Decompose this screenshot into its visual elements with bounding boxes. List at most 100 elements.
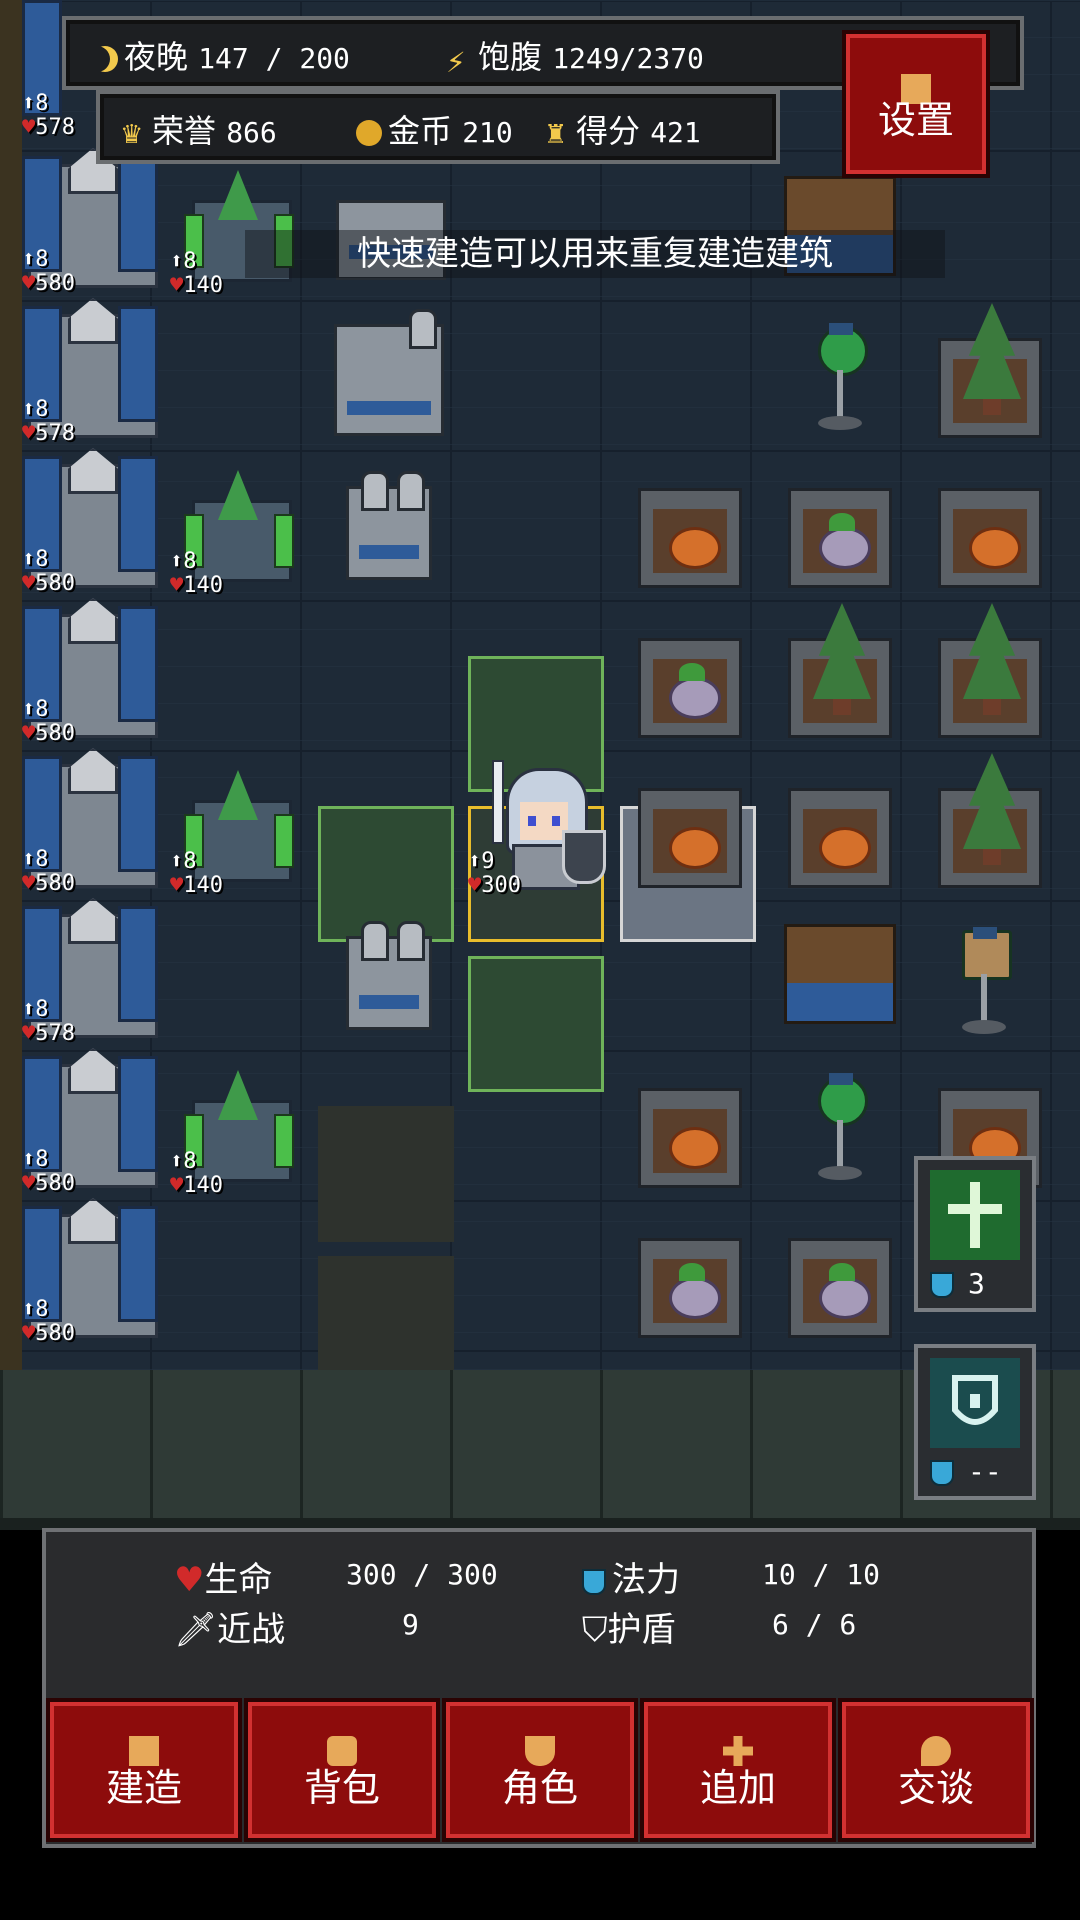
sword-icon xyxy=(492,760,504,844)
wall-unit[interactable]: ⬆8 ♥580 xyxy=(22,148,158,296)
pumpkin-icon xyxy=(669,1127,721,1169)
tree-planter[interactable] xyxy=(938,303,1042,438)
wall-panel xyxy=(118,1056,158,1172)
pumpkin-planter[interactable] xyxy=(638,1088,742,1188)
unit-stats: ⬆8 ♥140 xyxy=(170,849,223,898)
machine-cap xyxy=(397,471,425,511)
melee-row: 🗡近战 xyxy=(174,1602,285,1651)
tree-planter[interactable] xyxy=(938,753,1042,888)
wall-unit[interactable]: ⬆8 ♥578 xyxy=(22,298,158,446)
lamp-pole xyxy=(837,1120,843,1168)
character-button[interactable]: 角色 xyxy=(446,1702,634,1838)
move-tile-left[interactable] xyxy=(318,806,454,942)
honor-label: 荣誉 xyxy=(152,112,217,150)
unit-stats: ⬆8 ♥580 xyxy=(22,847,75,896)
talk-label: 交谈 xyxy=(897,1766,974,1810)
tree-planter[interactable] xyxy=(938,603,1042,738)
mp-value: 10 / 10 xyxy=(762,1558,881,1591)
hint-toast: 快速建造可以用来重复建造建筑 xyxy=(245,230,945,278)
settings-button[interactable]: 设置 xyxy=(846,34,986,174)
turnip-planter[interactable] xyxy=(638,638,742,738)
move-tile-down[interactable] xyxy=(468,956,604,1092)
lamp-globe xyxy=(818,1073,868,1126)
unit-stats: ⬆8 ♥578 xyxy=(22,997,75,1046)
holy-cross-icon xyxy=(930,1170,1020,1260)
shield-label: 护盾 xyxy=(607,1610,676,1650)
player-knight[interactable]: ⬆9 ♥300 xyxy=(468,760,606,898)
skill-slot-shield[interactable]: -- xyxy=(914,1344,1036,1500)
tower-top xyxy=(218,770,258,820)
score-indicator: ♜ 得分 421 xyxy=(544,106,701,152)
skill-slot-holy[interactable]: 3 xyxy=(914,1156,1036,1312)
tower-top xyxy=(218,1070,258,1120)
unit-stats: ⬆8 ♥140 xyxy=(170,549,223,598)
unit-stats: ⬆8 ♥580 xyxy=(22,1297,75,1346)
honor-indicator: ♛ 荣誉 866 xyxy=(120,106,277,152)
coin-icon xyxy=(356,120,382,146)
gold-value: 210 xyxy=(462,116,513,149)
turnip-icon xyxy=(819,527,871,569)
talk-button[interactable]: 交谈 xyxy=(842,1702,1030,1838)
wall-unit[interactable]: ⬆8 ♥580 xyxy=(22,748,158,896)
dark-floor-tile xyxy=(318,1106,454,1242)
defense-tower[interactable]: ⬆8 ♥140 xyxy=(170,770,294,898)
tower-pylon xyxy=(274,814,294,868)
wall-panel xyxy=(118,756,158,872)
chest-band xyxy=(787,983,893,1021)
turnip-icon xyxy=(819,1277,871,1319)
leaf-icon xyxy=(829,1263,855,1281)
pumpkin-planter[interactable] xyxy=(938,488,1042,588)
machine-stripe xyxy=(359,545,419,559)
leaf-icon xyxy=(829,513,855,531)
lamp-post[interactable] xyxy=(810,1073,870,1186)
add-button[interactable]: 追加 xyxy=(644,1702,832,1838)
satiety-label: 饱腹 xyxy=(478,38,543,76)
machine-stripe xyxy=(359,995,419,1009)
unit-stats: ⬆8 ♥578 xyxy=(22,397,75,446)
defense-tower[interactable]: ⬆8 ♥140 xyxy=(170,470,294,598)
build-button[interactable]: 建造 xyxy=(50,1702,238,1838)
turnip-planter[interactable] xyxy=(788,1238,892,1338)
hero-eye xyxy=(528,816,536,826)
machine-stripe xyxy=(347,401,431,415)
wall-panel xyxy=(118,1206,158,1322)
satiety-value: 1249/2370 xyxy=(552,42,704,75)
hp-row: ♥生命 xyxy=(174,1552,272,1601)
pumpkin-planter[interactable] xyxy=(638,488,742,588)
wall-unit[interactable]: ⬆8 ♥580 xyxy=(22,1048,158,1196)
turnip-icon xyxy=(669,677,721,719)
defense-tower[interactable]: ⬆8 ♥140 xyxy=(170,1070,294,1198)
pumpkin-icon xyxy=(669,827,721,869)
lamp-post[interactable] xyxy=(810,323,870,436)
turnip-planter[interactable] xyxy=(788,488,892,588)
storage-chest[interactable] xyxy=(784,924,896,1024)
bag-label: 背包 xyxy=(303,1766,380,1810)
lamp-pole xyxy=(837,370,843,418)
wall-unit[interactable]: ⬆8 ♥580 xyxy=(22,598,158,746)
bag-button[interactable]: 背包 xyxy=(248,1702,436,1838)
wall-unit[interactable]: ⬆8 ♥578 xyxy=(22,898,158,1046)
crown-icon: ♛ xyxy=(120,120,144,150)
candelabra[interactable] xyxy=(954,927,1014,1040)
pumpkin-planter[interactable] xyxy=(788,788,892,888)
moon-icon xyxy=(92,46,118,72)
night-value: 147 / 200 xyxy=(198,42,350,75)
unit-stats: ⬆8 ♥140 xyxy=(170,249,223,298)
turnip-icon xyxy=(669,1277,721,1319)
hero-stats: ⬆9 ♥300 xyxy=(468,849,521,898)
unit-stats: ⬆8 ♥580 xyxy=(22,697,75,746)
left-boundary xyxy=(0,0,22,1530)
tree-planter[interactable] xyxy=(788,603,892,738)
lamp-base xyxy=(818,416,862,430)
potion-icon xyxy=(930,1460,954,1486)
honor-value: 866 xyxy=(226,116,277,149)
smelter-machine[interactable] xyxy=(334,309,444,436)
generator-machine[interactable] xyxy=(346,921,432,1030)
wall-unit[interactable]: ⬆8 ♥580 xyxy=(22,448,158,596)
generator-machine[interactable] xyxy=(346,471,432,580)
wall-unit[interactable]: ⬆8 ♥580 xyxy=(22,1198,158,1346)
turnip-planter[interactable] xyxy=(638,1238,742,1338)
leaf-icon xyxy=(679,663,705,681)
pumpkin-planter[interactable] xyxy=(638,788,742,888)
shield-icon xyxy=(562,830,606,884)
